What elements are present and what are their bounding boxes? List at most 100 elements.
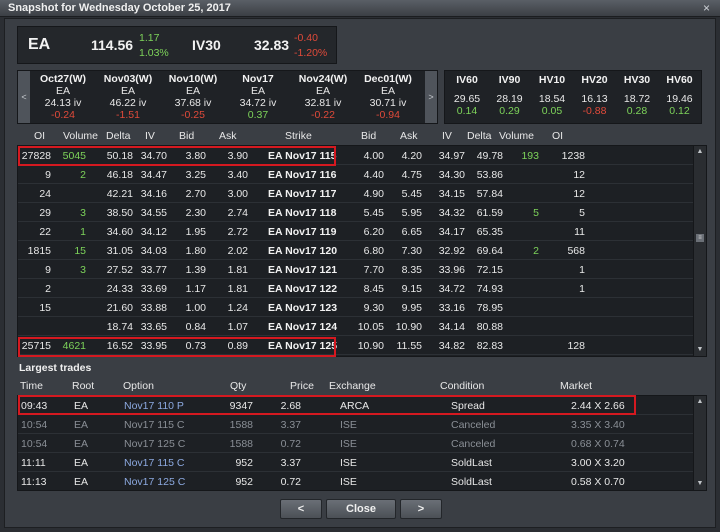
col-put-volume: Volume (499, 130, 535, 142)
chain-row[interactable]: 18.74 33.65 0.84 1.07 EA Nov17 124 10.05 10.90… (18, 317, 693, 336)
trade-cell-condition: SoldLast (451, 457, 492, 469)
vol-stat-value: 16.13 (581, 92, 608, 105)
next-button[interactable]: > (400, 499, 442, 519)
vol-stat-label: HV20 (581, 74, 608, 86)
chain-cell-strike: EA Nov17 117 (268, 188, 337, 200)
chain-row[interactable]: 9 3 27.52 33.77 1.39 1.81 EA Nov17 121 7.70 8.35… (18, 260, 693, 279)
prev-expiration-button[interactable]: < (18, 71, 30, 123)
vol-stat-label: IV60 (456, 74, 478, 86)
expiration-label: Dec01(W) (364, 73, 412, 85)
col-call-ask: Ask (219, 130, 237, 142)
chain-cell-p-delta: 78.95 (476, 302, 503, 314)
chain-cell-p-bid: 10.90 (357, 340, 384, 352)
chain-row[interactable]: 9 2 46.18 34.47 3.25 3.40 EA Nov17 116 4.40 4.75… (18, 165, 693, 184)
chain-cell-c-bid: 3.25 (185, 169, 206, 181)
trade-cell-root: EA (74, 438, 89, 450)
trades-scrollbar[interactable]: ▲ ▼ (693, 396, 706, 490)
expiration-label: Nov24(W) (298, 73, 348, 85)
vol-stat-value: 28.19 (496, 92, 523, 105)
chain-scrollbar[interactable]: ▲ ≡ ▼ (693, 146, 706, 356)
chain-row[interactable]: 22 1 34.60 34.12 1.95 2.72 EA Nov17 119 6.20 6.6… (18, 222, 693, 241)
trade-row[interactable]: 10:54 EA Nov17 115 C 1588 3.37 ISE Canceled 3.3… (18, 415, 693, 434)
chain-cell-p-iv: 34.97 (438, 150, 465, 162)
vol-stat-value: 29.65 (453, 92, 481, 105)
chain-cell-p-iv: 34.72 (438, 283, 465, 295)
vol-stat-value: 18.72 (623, 92, 651, 105)
chain-cell-c-iv: 33.77 (140, 264, 167, 276)
trades-scroll-down-icon[interactable]: ▼ (694, 478, 706, 490)
chain-cell-p-iv: 34.14 (438, 321, 465, 333)
chain-cell-c-iv: 34.03 (140, 245, 167, 257)
trade-cell-market: 3.35 X 3.40 (571, 419, 625, 431)
chain-row[interactable]: 2 24.33 33.69 1.17 1.81 EA Nov17 122 8.45 9.15 3… (18, 279, 693, 298)
trade-cell-option[interactable]: Nov17 125 C (124, 476, 185, 488)
expiration-iv: 30.71 iv (369, 97, 407, 109)
chain-row[interactable]: 1815 15 31.05 34.03 1.80 2.02 EA Nov17 120 6.80… (18, 241, 693, 260)
chain-cell-c-iv: 34.47 (140, 169, 167, 181)
chain-cell-c-ask: 3.40 (227, 169, 248, 181)
vol-stat-change: 0.14 (456, 105, 478, 117)
chain-cell-c-bid: 1.17 (185, 283, 206, 295)
chain-row[interactable]: 15 21.60 33.88 1.00 1.24 EA Nov17 123 9.30 9.95… (18, 298, 693, 317)
expiration-root: EA (315, 85, 330, 97)
chain-cell-c-delta: 21.60 (106, 302, 133, 314)
col-market: Market (560, 380, 593, 392)
vol-stat-label: IV90 (498, 74, 521, 86)
trade-cell-time: 11:13 (21, 476, 47, 488)
close-icon[interactable]: × (703, 1, 710, 15)
expiration-strip: < Oct27(W) EA 24.13 iv -0.24 Nov03(W) EA 46.22… (17, 70, 438, 124)
scroll-up-icon[interactable]: ▲ (694, 146, 706, 158)
expiration-label: Nov03(W) (103, 73, 153, 85)
expiration-0[interactable]: Oct27(W) EA 24.13 iv -0.24 (32, 73, 94, 121)
trade-row[interactable]: 10:54 EA Nov17 125 C 1588 0.72 ISE Canceled 0.6… (18, 434, 693, 453)
chain-cell-p-bid: 10.05 (357, 321, 384, 333)
chain-cell-c-vol: 1 (80, 226, 86, 238)
trade-row[interactable]: 11:13 EA Nov17 125 C 952 0.72 ISE SoldLast 0.58… (18, 472, 693, 490)
expiration-5[interactable]: Dec01(W) EA 30.71 iv -0.94 (357, 73, 419, 121)
trade-row[interactable]: 11:11 EA Nov17 115 C 952 3.37 ISE SoldLast 3.00… (18, 453, 693, 472)
chain-cell-p-delta: 49.78 (476, 150, 503, 162)
col-call-delta: Delta (106, 130, 131, 142)
chain-cell-p-delta: 74.93 (476, 283, 503, 295)
chain-cell-p-bid: 4.00 (363, 150, 384, 162)
trade-cell-exchange: ISE (340, 476, 357, 488)
close-button[interactable]: Close (326, 499, 396, 519)
expiration-1[interactable]: Nov03(W) EA 46.22 iv -1.51 (97, 73, 159, 121)
highlight-row-115 (18, 146, 336, 166)
chain-cell-c-ask: 2.74 (227, 207, 248, 219)
scroll-down-icon[interactable]: ▼ (694, 344, 706, 356)
chain-cell-p-iv: 33.96 (438, 264, 465, 276)
chain-cell-p-ask: 6.65 (401, 226, 422, 238)
trade-cell-market: 0.58 X 0.70 (571, 476, 625, 488)
trade-cell-option[interactable]: Nov17 115 C (124, 457, 185, 469)
vol-stat-3: HV20 16.13 -0.88 (575, 74, 615, 118)
trade-cell-option[interactable]: Nov17 125 C (124, 438, 185, 450)
trade-cell-exchange: ISE (340, 438, 357, 450)
vol-stat-value: 19.46 (666, 92, 693, 105)
expiration-2[interactable]: Nov10(W) EA 37.68 iv -0.25 (162, 73, 224, 121)
expiration-3[interactable]: Nov17 EA 34.72 iv 0.37 (227, 73, 289, 121)
expiration-4[interactable]: Nov24(W) EA 32.81 iv -0.22 (292, 73, 354, 121)
chain-row[interactable]: 29 3 38.50 34.55 2.30 2.74 EA Nov17 118 5.45 5.9… (18, 203, 693, 222)
chain-cell-c-iv: 34.16 (140, 188, 167, 200)
scroll-thumb[interactable]: ≡ (696, 234, 704, 242)
largest-trades-title: Largest trades (19, 362, 92, 374)
next-expiration-button[interactable]: > (425, 71, 437, 123)
chain-cell-c-bid: 1.95 (185, 226, 206, 238)
col-root: Root (72, 380, 95, 392)
chain-cell-c-bid: 2.70 (185, 188, 206, 200)
vol-stat-5: HV60 19.46 0.12 (660, 74, 700, 118)
expiration-label: Oct27(W) (39, 73, 87, 85)
expiration-root: EA (120, 85, 135, 97)
col-put-iv: IV (442, 130, 452, 142)
chain-cell-c-iv: 34.55 (140, 207, 167, 219)
trades-scroll-up-icon[interactable]: ▲ (694, 396, 706, 408)
chain-cell-c-delta: 34.60 (106, 226, 133, 238)
chain-cell-p-bid: 4.40 (363, 169, 384, 181)
trade-cell-option[interactable]: Nov17 115 C (124, 419, 185, 431)
prev-button[interactable]: < (280, 499, 322, 519)
iv30-label: IV30 (192, 37, 221, 53)
vol-stat-change: 0.28 (626, 105, 648, 117)
chain-row[interactable]: 24 42.21 34.16 2.70 3.00 EA Nov17 117 4.90 5.45… (18, 184, 693, 203)
chain-cell-p-oi: 1 (579, 264, 585, 276)
